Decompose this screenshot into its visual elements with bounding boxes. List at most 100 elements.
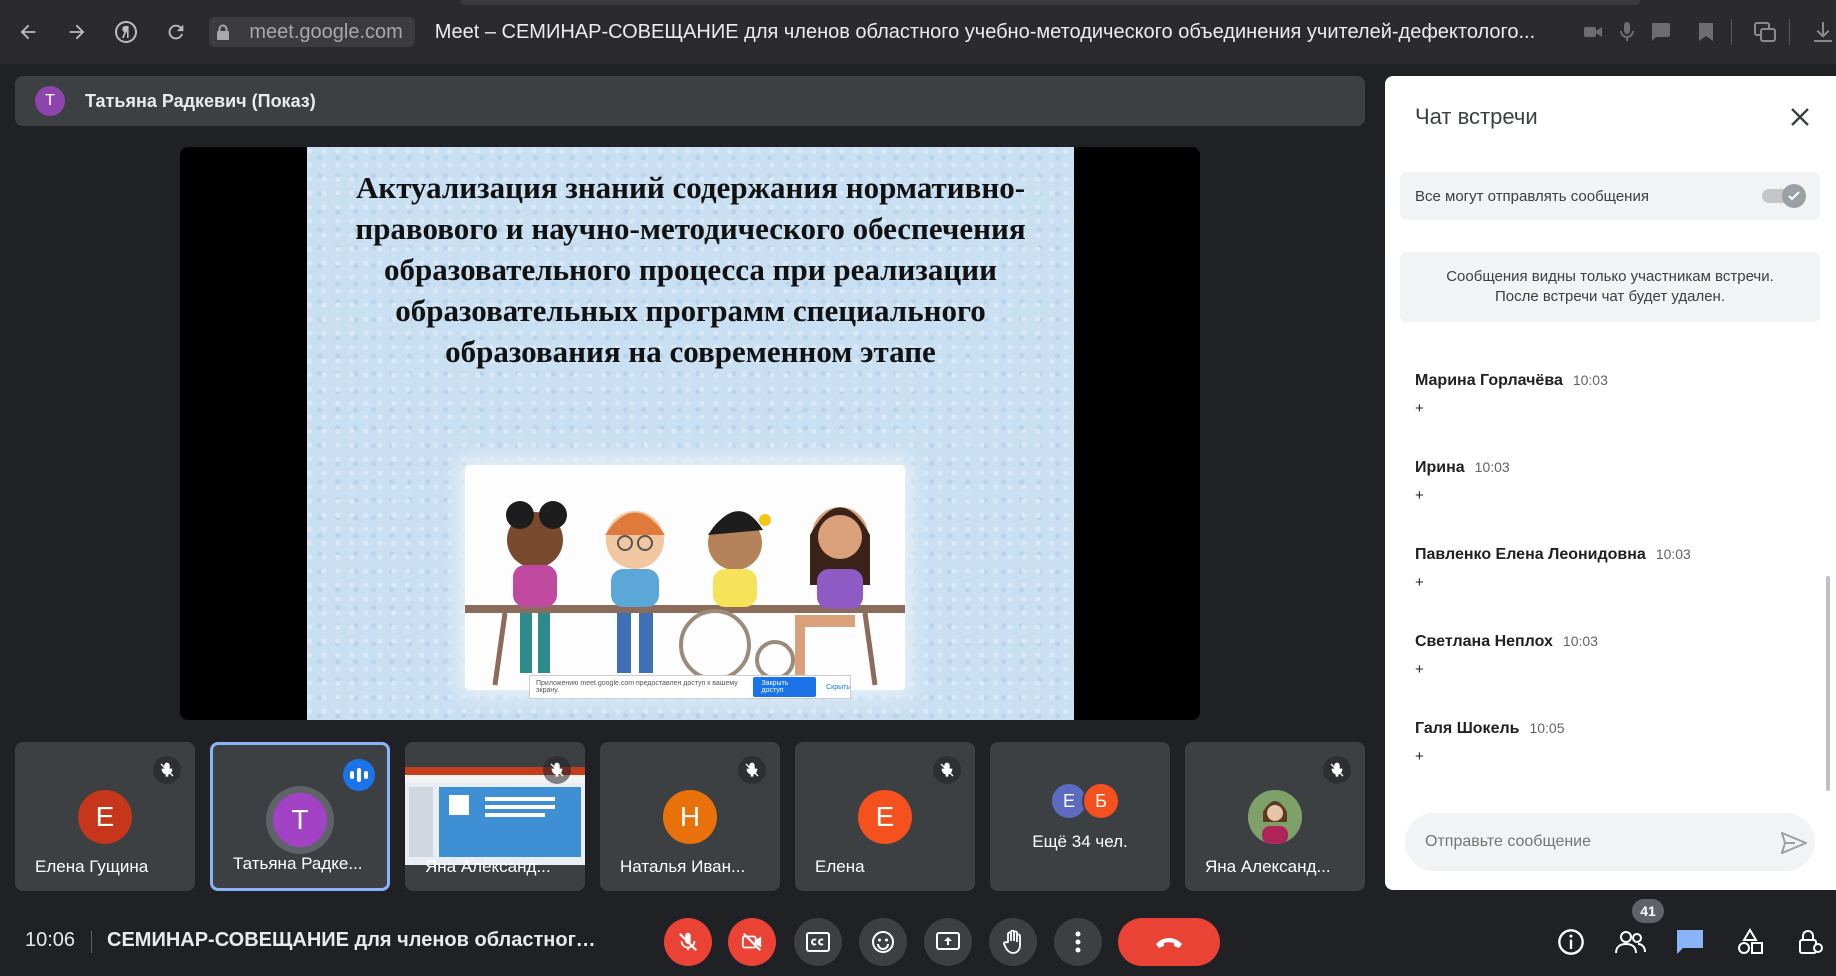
chat-time: 10:05 [1529, 720, 1565, 736]
more-participants-avatars: Е Б [1050, 782, 1130, 820]
participant-name: Наталья Иван... [620, 857, 746, 876]
more-options-button[interactable] [1054, 918, 1102, 966]
participant-tile[interactable]: Яна Александ... [1185, 742, 1365, 891]
screen-share-notice: Приложению meet.google.com предоставлен … [529, 675, 851, 699]
present-screen-button[interactable] [924, 918, 972, 966]
presentation-slide: Актуализация знаний содержания нормативн… [307, 147, 1074, 720]
chat-sender: Ирина [1415, 459, 1465, 476]
microphone-icon[interactable] [1614, 19, 1640, 45]
reactions-button[interactable] [859, 918, 907, 966]
url-text[interactable]: meet.google.com [237, 17, 415, 47]
chat-permission-label: Все могут отправлять сообщения [1415, 187, 1649, 205]
participants-button[interactable] [1610, 922, 1650, 962]
camera-icon[interactable] [1580, 19, 1606, 45]
participant-tile[interactable]: Е Елена [795, 742, 975, 891]
hang-up-icon [1156, 938, 1182, 948]
participant-tile-active[interactable]: Т Татьяна Радке... [210, 742, 390, 891]
chat-text: + [1415, 748, 1424, 765]
speaking-indicator-icon [343, 759, 375, 791]
participant-tile[interactable]: Е Елена Гущина [15, 742, 195, 891]
participant-tile-screen[interactable]: Яна Александ... [405, 742, 585, 891]
participant-name: Яна Александ... [425, 857, 551, 876]
mic-off-icon [738, 756, 766, 784]
participant-avatar: Е [78, 790, 132, 844]
chat-panel: Чат встречи Все могут отправлять сообщен… [1385, 76, 1836, 890]
message-icon[interactable] [1648, 19, 1674, 45]
participant-count-badge: 41 [1632, 899, 1664, 923]
info-icon [1558, 929, 1584, 955]
microphone-toggle-button[interactable] [664, 918, 712, 966]
more-vertical-icon [1075, 931, 1081, 953]
camera-toggle-button[interactable] [728, 918, 776, 966]
chat-permission-row: Все могут отправлять сообщения [1400, 172, 1820, 220]
chat-message-input[interactable] [1405, 813, 1815, 871]
chat-text: + [1415, 400, 1424, 417]
browser-toolbar: meet.google.com Meet – СЕМИНАР-СОВЕЩАНИЕ… [0, 0, 1836, 64]
meeting-details-button[interactable] [1551, 922, 1591, 962]
mic-off-icon [678, 932, 698, 952]
back-button[interactable] [6, 10, 49, 54]
participant-avatar: Н [663, 790, 717, 844]
participant-name: Елена [815, 857, 865, 876]
chat-button[interactable] [1670, 922, 1710, 962]
chat-notice-line: Сообщения видны только участникам встреч… [1446, 268, 1774, 285]
collections-icon[interactable] [1752, 19, 1778, 45]
presenter-bar: Т Татьяна Радкевич (Показ) [15, 76, 1365, 126]
emoji-icon [872, 931, 894, 953]
chat-sender: Галя Шокель [1415, 720, 1520, 737]
reload-button[interactable] [154, 10, 197, 54]
slide-illustration [465, 465, 905, 690]
chat-message: Павленко Елена Леонидовна 10:03 + [1415, 546, 1795, 591]
close-chat-button[interactable] [1785, 102, 1815, 132]
chat-text: + [1415, 574, 1424, 591]
hand-icon [1003, 930, 1021, 954]
share-notice-text: Приложению meet.google.com предоставлен … [536, 680, 738, 694]
participant-name: Яна Александ... [1205, 857, 1331, 876]
download-icon[interactable] [1810, 19, 1836, 45]
presentation-stage: Актуализация знаний содержания нормативн… [180, 147, 1200, 720]
toolbar-divider [1730, 19, 1732, 45]
captions-button[interactable] [794, 918, 842, 966]
mic-off-icon [1323, 756, 1351, 784]
forward-button[interactable] [55, 10, 98, 54]
close-icon [1791, 108, 1809, 126]
participant-tile[interactable]: Н Наталья Иван... [600, 742, 780, 891]
presenter-name: Татьяна Радкевич (Показ) [85, 90, 316, 111]
bookmark-icon[interactable] [1693, 19, 1719, 45]
participant-avatar: Е [858, 790, 912, 844]
activities-button[interactable] [1730, 922, 1770, 962]
yandex-button[interactable] [105, 10, 148, 54]
children-at-table-image [465, 501, 905, 686]
hide-notice-link[interactable]: Скрыть [826, 684, 850, 691]
address-bar[interactable]: meet.google.com [209, 15, 415, 49]
slide-title: Актуализация знаний содержания нормативн… [355, 170, 1026, 369]
chat-permission-toggle[interactable] [1762, 184, 1806, 208]
participant-avatar: Т [273, 793, 327, 847]
chat-message: Марина Горлачёва 10:03 + [1415, 372, 1795, 417]
arrow-left-icon [20, 24, 36, 40]
end-call-button[interactable] [1118, 918, 1220, 966]
chat-sender: Марина Горлачёва [1415, 372, 1563, 389]
toolbar-divider-2 [1789, 19, 1791, 45]
participant-name: Елена Гущина [35, 857, 149, 876]
chat-time: 10:03 [1572, 372, 1608, 388]
more-participants-tile[interactable]: Е Б Ещё 34 чел. [990, 742, 1170, 891]
host-controls-button[interactable] [1790, 922, 1830, 962]
chat-scrollbar[interactable] [1826, 576, 1830, 791]
camera-off-icon [741, 932, 762, 952]
tab-strip [460, 0, 1640, 5]
stop-sharing-button[interactable]: Закрыть доступ [753, 677, 817, 697]
more-participants-label: Ещё 34 чел. [1032, 832, 1128, 851]
raise-hand-button[interactable] [989, 918, 1037, 966]
closed-captions-icon [806, 932, 830, 952]
chat-message: Галя Шокель 10:05 + [1415, 720, 1795, 765]
send-icon[interactable] [1780, 829, 1808, 857]
check-icon [1782, 184, 1806, 208]
meeting-clock: 10:06 [25, 929, 76, 951]
chat-time: 10:03 [1474, 459, 1510, 475]
participant-photo-avatar [1248, 790, 1302, 844]
meeting-info-divider [91, 931, 92, 953]
yandex-logo-icon [115, 21, 138, 43]
arrow-right-icon [69, 24, 85, 40]
chat-sender: Светлана Неплох [1415, 633, 1553, 650]
